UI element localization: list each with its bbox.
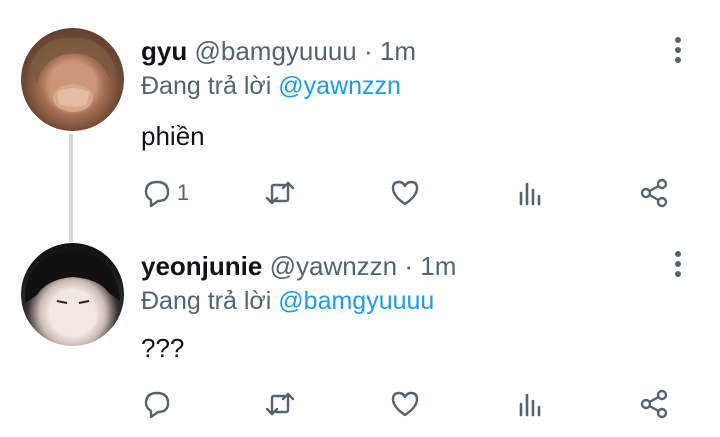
replying-prefix: Đang trả lời [141,287,272,315]
stats-icon [519,393,541,417]
share-button[interactable] [638,384,670,424]
share-icon [640,389,668,419]
reply-icon [144,180,170,208]
avatar[interactable] [21,243,124,346]
stats-icon [519,182,541,206]
retweet-icon [265,392,295,416]
reply-button[interactable]: 1 [141,173,189,213]
avatar[interactable] [21,28,124,131]
stats-button[interactable] [515,384,547,424]
replying-mention[interactable]: @bamgyuuuu [278,287,434,315]
reply-count: 1 [177,180,190,205]
display-name[interactable]: gyu [141,36,187,66]
replying-to: Đang trả lời @yawnzzn [141,71,401,101]
tweet-text: phiền [141,121,205,151]
action-bar: 1 [0,173,720,213]
retweet-icon [265,181,295,205]
tweet-2[interactable]: yeonjunie @yawnzzn · 1m Đang trả lời @ba… [0,222,720,437]
action-bar [0,384,720,424]
share-button[interactable] [638,173,670,213]
retweet-button[interactable] [264,384,296,424]
tweet-header: gyu @bamgyuuuu · 1m [141,36,416,66]
more-icon[interactable] [668,35,688,65]
replying-prefix: Đang trả lời [141,72,272,100]
user-handle[interactable]: @bamgyuuuu [194,36,356,66]
stats-button[interactable] [515,173,547,213]
reply-button[interactable] [141,384,177,424]
user-handle[interactable]: @yawnzzn [270,251,398,281]
share-icon [640,178,668,208]
display-name[interactable]: yeonjunie [141,251,262,281]
reply-icon [144,391,170,419]
separator: · [363,36,373,66]
like-icon [391,391,419,417]
tweet-text: ??? [141,333,185,363]
replying-to: Đang trả lời @bamgyuuuu [141,286,434,316]
tweet-1[interactable]: gyu @bamgyuuuu · 1m Đang trả lời @yawnzz… [0,0,720,242]
separator: · [404,251,414,281]
timestamp[interactable]: 1m [420,251,456,281]
timestamp[interactable]: 1m [380,36,416,66]
more-icon[interactable] [668,249,688,279]
like-icon [391,180,419,206]
like-button[interactable] [389,384,421,424]
replying-mention[interactable]: @yawnzzn [278,72,401,100]
like-button[interactable] [389,173,421,213]
retweet-button[interactable] [264,173,296,213]
tweet-header: yeonjunie @yawnzzn · 1m [141,251,456,281]
